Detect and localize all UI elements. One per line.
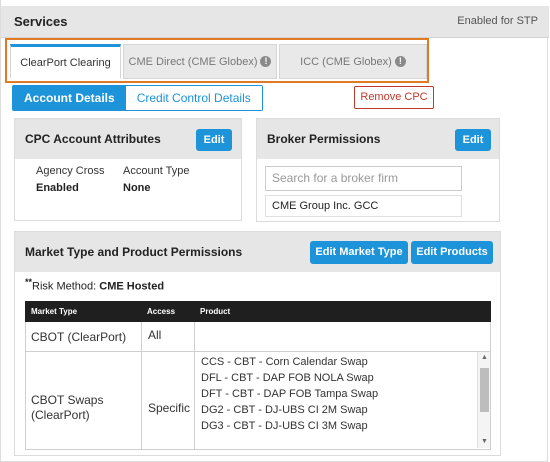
access-cell: All — [148, 328, 162, 342]
card-header: CPC Account Attributes Edit — [15, 119, 241, 159]
subtab-account-details[interactable]: Account Details — [13, 86, 126, 110]
risk-footnote-mark: ** — [25, 277, 33, 287]
scrollbar-thumb[interactable] — [480, 368, 489, 412]
cpc-attributes-card: CPC Account Attributes Edit Agency Cross… — [14, 118, 242, 221]
edit-market-type-button[interactable]: Edit Market Type — [310, 241, 408, 264]
service-tabs-highlight: ClearPort Clearing CME Direct (CME Globe… — [5, 38, 429, 83]
edit-products-button[interactable]: Edit Products — [411, 241, 493, 264]
card-title: CPC Account Attributes — [25, 132, 161, 146]
table-header-row: Market Type Access Product — [25, 301, 491, 322]
column-header-market-type: Market Type — [31, 307, 78, 316]
cpc-edit-button[interactable]: Edit — [196, 129, 232, 151]
risk-method: **Risk Method: CME Hosted — [25, 277, 164, 293]
subtab-credit-control[interactable]: Credit Control Details — [125, 86, 262, 110]
market-permissions-card: Market Type and Product Permissions Edit… — [14, 231, 501, 456]
remove-cpc-button[interactable]: Remove CPC — [354, 86, 434, 109]
account-type-value: None — [123, 182, 151, 194]
scroll-down-arrow-icon[interactable]: ▼ — [481, 438, 488, 445]
tab-label: CME Direct (CME Globex) — [128, 55, 258, 68]
product-item: DG2 - CBT - DJ-UBS CI 2M Swap — [201, 404, 368, 416]
card-header: Broker Permissions Edit — [257, 119, 499, 159]
column-divider — [194, 322, 195, 450]
broker-list-item[interactable]: CME Group Inc. GCC — [265, 195, 462, 217]
broker-edit-button[interactable]: Edit — [455, 129, 491, 151]
access-cell: Specific — [148, 401, 191, 415]
product-item: DG3 - CBT - DJ-UBS CI 3M Swap — [201, 420, 368, 432]
product-item: CCS - CBT - Corn Calendar Swap — [201, 356, 368, 368]
product-item: DFT - CBT - DAP FOB Tampa Swap — [201, 388, 379, 400]
account-type-label: Account Type — [123, 165, 190, 177]
agency-cross-value: Enabled — [36, 182, 79, 194]
product-list-scrollbar[interactable]: ▲ ▼ — [477, 352, 490, 448]
detail-subtabs: Account Details Credit Control Details — [12, 85, 263, 111]
market-type-cell: CBOT (ClearPort) — [31, 330, 127, 344]
page-title: Services — [14, 14, 68, 29]
table-border — [25, 322, 26, 450]
tab-icc[interactable]: ICC (CME Globex) ! — [279, 44, 427, 79]
broker-search-input[interactable]: Search for a broker firm — [265, 166, 462, 191]
agency-cross-label: Agency Cross — [36, 165, 105, 177]
card-title: Market Type and Product Permissions — [25, 245, 243, 259]
tab-clearport-clearing[interactable]: ClearPort Clearing — [10, 44, 121, 79]
stp-status: Enabled for STP — [457, 15, 538, 27]
scroll-up-arrow-icon[interactable]: ▲ — [481, 354, 488, 361]
info-circle-icon: ! — [260, 56, 272, 67]
tab-cme-direct[interactable]: CME Direct (CME Globex) ! — [123, 44, 277, 79]
card-title: Broker Permissions — [267, 132, 381, 146]
info-circle-icon: ! — [394, 56, 406, 67]
table-border — [490, 322, 491, 450]
risk-method-label: Risk Method: — [32, 280, 100, 293]
tab-label: ICC (CME Globex) — [300, 55, 392, 68]
column-header-product: Product — [200, 307, 231, 316]
product-item: DFL - CBT - DAP FOB NOLA Swap — [201, 372, 374, 384]
services-panel: Services Enabled for STP ClearPort Clear… — [0, 0, 549, 462]
broker-permissions-card: Broker Permissions Edit Search for a bro… — [256, 118, 500, 222]
row-divider — [25, 449, 491, 450]
column-header-access: Access — [147, 307, 176, 316]
market-type-cell: CBOT Swaps (ClearPort) — [31, 393, 104, 422]
column-divider — [141, 322, 142, 450]
risk-method-value: CME Hosted — [99, 280, 165, 293]
services-header: Services Enabled for STP — [1, 6, 549, 38]
row-divider — [25, 351, 491, 352]
tab-label: ClearPort Clearing — [20, 56, 111, 69]
card-header: Market Type and Product Permissions Edit… — [15, 232, 500, 272]
